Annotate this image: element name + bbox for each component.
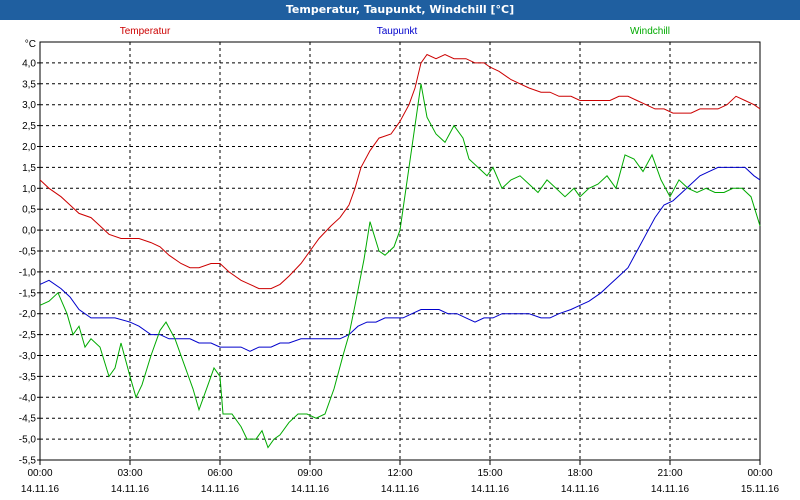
x-tick-date: 14.11.16	[471, 484, 510, 495]
y-tick-label: -3,0	[19, 351, 37, 362]
y-tick-label: 3,5	[22, 79, 36, 90]
y-tick-label: 4,0	[22, 58, 36, 69]
y-tick-label: -5,5	[19, 456, 37, 467]
x-tick-time: 18:00	[567, 468, 592, 479]
y-tick-label: -1,5	[19, 288, 37, 299]
x-tick-date: 14.11.16	[21, 484, 60, 495]
x-tick-time: 15:00	[477, 468, 502, 479]
x-tick-time: 09:00	[297, 468, 322, 479]
x-tick-date: 14.11.16	[291, 484, 330, 495]
y-tick-label: 0,0	[22, 226, 36, 237]
x-tick-date: 15.11.16	[741, 484, 780, 495]
y-tick-label: -1,0	[19, 267, 37, 278]
x-tick-date: 14.11.16	[111, 484, 150, 495]
chart-title: Temperatur, Taupunkt, Windchill [°C]	[285, 3, 515, 16]
x-tick-time: 12:00	[387, 468, 412, 479]
x-tick-time: 03:00	[117, 468, 142, 479]
y-tick-label: -3,5	[19, 372, 37, 383]
x-tick-time: 06:00	[207, 468, 232, 479]
x-tick-time: 00:00	[747, 468, 772, 479]
y-tick-label: 1,5	[22, 163, 36, 174]
y-tick-label: 0,5	[22, 205, 36, 216]
chart-title-bar: Temperatur, Taupunkt, Windchill [°C]	[0, 0, 800, 20]
legend: Temperatur Taupunkt Windchill	[120, 26, 670, 37]
x-tick-date: 14.11.16	[381, 484, 420, 495]
y-tick-label: -5,0	[19, 435, 37, 446]
x-axis: 00:00 14.11.16 03:00 14.11.16 06:00 14.11.16 0…	[21, 460, 780, 495]
grid-lines	[40, 42, 760, 460]
y-tick-label: -2,0	[19, 309, 37, 320]
y-tick-label: 1,0	[22, 184, 36, 195]
y-tick-label: -4,0	[19, 393, 37, 404]
legend-item-taupunkt: Taupunkt	[377, 26, 418, 37]
y-axis-unit: °C	[25, 39, 36, 50]
y-tick-label: -0,5	[19, 247, 37, 258]
x-tick-date: 14.11.16	[651, 484, 690, 495]
y-tick-label: -4,5	[19, 414, 37, 425]
y-tick-label: 2,5	[22, 121, 36, 132]
x-tick-date: 14.11.16	[561, 484, 600, 495]
legend-item-windchill: Windchill	[630, 26, 670, 37]
y-tick-label: 2,0	[22, 142, 36, 153]
x-tick-date: 14.11.16	[201, 484, 240, 495]
y-tick-label: 3,0	[22, 100, 36, 111]
line-chart: -5,5 -5,0 -4,5 -4,0 -3,5 -3,0 -2,5 -2,0 -1,5 -1,0…	[19, 26, 780, 495]
y-axis: -5,5 -5,0 -4,5 -4,0 -3,5 -3,0 -2,5 -2,0 -1,5 -1,0…	[19, 39, 40, 467]
x-tick-time: 21:00	[657, 468, 682, 479]
x-tick-time: 00:00	[27, 468, 52, 479]
y-tick-label: -2,5	[19, 330, 37, 341]
legend-item-temperatur: Temperatur	[120, 26, 171, 37]
